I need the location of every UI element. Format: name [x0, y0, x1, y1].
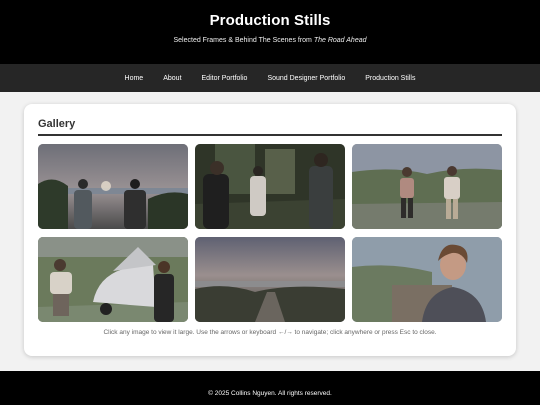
still-sunset-landscape [195, 237, 345, 322]
gallery-card: Gallery Click any image to view it large… [24, 104, 516, 356]
gallery-thumb-forest-night[interactable] [195, 144, 345, 229]
still-portrait [352, 237, 502, 322]
site-footer: © 2025 Collins Nguyen. All rights reserv… [0, 371, 540, 405]
nav-sound-designer-portfolio[interactable]: Sound Designer Portfolio [267, 75, 345, 82]
gallery-thumb-sunset-two-people[interactable] [38, 144, 188, 229]
still-sunset-two-people [38, 144, 188, 229]
nav-production-stills[interactable]: Production Stills [365, 75, 415, 82]
site-title: Production Stills [209, 12, 331, 29]
copyright-text: © 2025 Collins Nguyen. All rights reserv… [208, 390, 332, 397]
site-subtitle: Selected Frames & Behind The Scenes from… [0, 37, 540, 44]
gallery-thumb-car-open-hood[interactable] [38, 237, 188, 322]
film-title: The Road Ahead [313, 37, 367, 44]
gallery-thumb-portrait[interactable] [352, 237, 502, 322]
subtitle-prefix: Selected Frames & Behind The Scenes from [173, 37, 314, 44]
site-header: Production Stills Selected Frames & Behi… [0, 0, 540, 64]
still-car-open-hood [38, 237, 188, 322]
nav-home[interactable]: Home [125, 75, 144, 82]
still-forest-night [195, 144, 345, 229]
gallery-thumb-two-people-field[interactable] [352, 144, 502, 229]
gallery-thumb-sunset-landscape[interactable] [195, 237, 345, 322]
gallery-hint: Click any image to view it large. Use th… [103, 329, 437, 336]
gallery-grid [38, 144, 502, 322]
nav-editor-portfolio[interactable]: Editor Portfolio [202, 75, 248, 82]
main-nav: Home About Editor Portfolio Sound Design… [0, 64, 540, 92]
still-two-people-field [352, 144, 502, 229]
nav-about[interactable]: About [163, 75, 181, 82]
gallery-title: Gallery [38, 104, 502, 136]
